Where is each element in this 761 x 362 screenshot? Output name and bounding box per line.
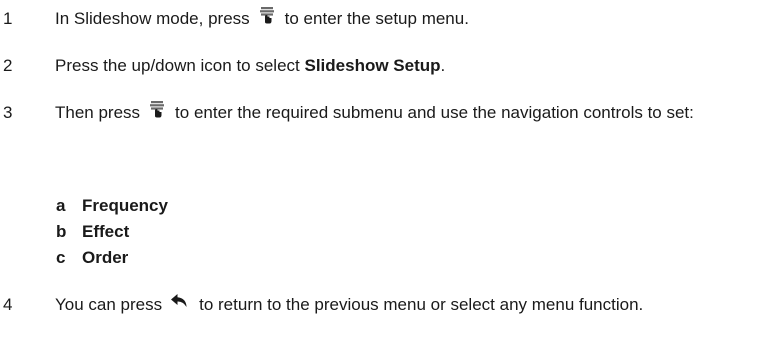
subitem-letter: a: [56, 196, 66, 215]
instruction-page: { "steps": [ { "number": "1", "before": …: [0, 0, 761, 362]
subitem-label: Effect: [82, 222, 130, 241]
subitem-letter: b: [56, 222, 67, 241]
step-text: You can press to return to the previous m…: [55, 293, 761, 317]
step-text-after: to enter the required submenu and use th…: [175, 103, 694, 122]
subitem-letter: c: [56, 248, 66, 267]
step-text-before: You can press: [55, 295, 163, 314]
step-number: 2: [3, 56, 13, 75]
step-text: Then press to enter the required submenu …: [55, 100, 761, 126]
menu-button-icon: [148, 100, 166, 124]
step-text: In Slideshow mode, press to enter the set…: [55, 6, 761, 32]
step-text-before: Press the up/down icon to select: [55, 56, 305, 75]
subitem-label: Frequency: [82, 196, 168, 215]
menu-option-name: Slideshow Setup: [304, 56, 441, 75]
step-text-before: In Slideshow mode, press: [55, 9, 250, 28]
step-text-after: .: [440, 56, 446, 75]
subitem-label: Order: [82, 248, 129, 267]
step-number: 1: [3, 9, 13, 28]
step-number: 4: [3, 295, 13, 314]
step-text-before: Then press: [55, 103, 141, 122]
step-text-after: to enter the setup menu.: [284, 9, 469, 28]
step-text-after: to return to the previous menu or select…: [199, 295, 644, 314]
menu-button-icon: [258, 6, 276, 30]
step-number: 3: [3, 103, 13, 122]
back-arrow-icon: [170, 292, 190, 315]
step-text: Press the up/down icon to select Slidesh…: [55, 54, 761, 77]
